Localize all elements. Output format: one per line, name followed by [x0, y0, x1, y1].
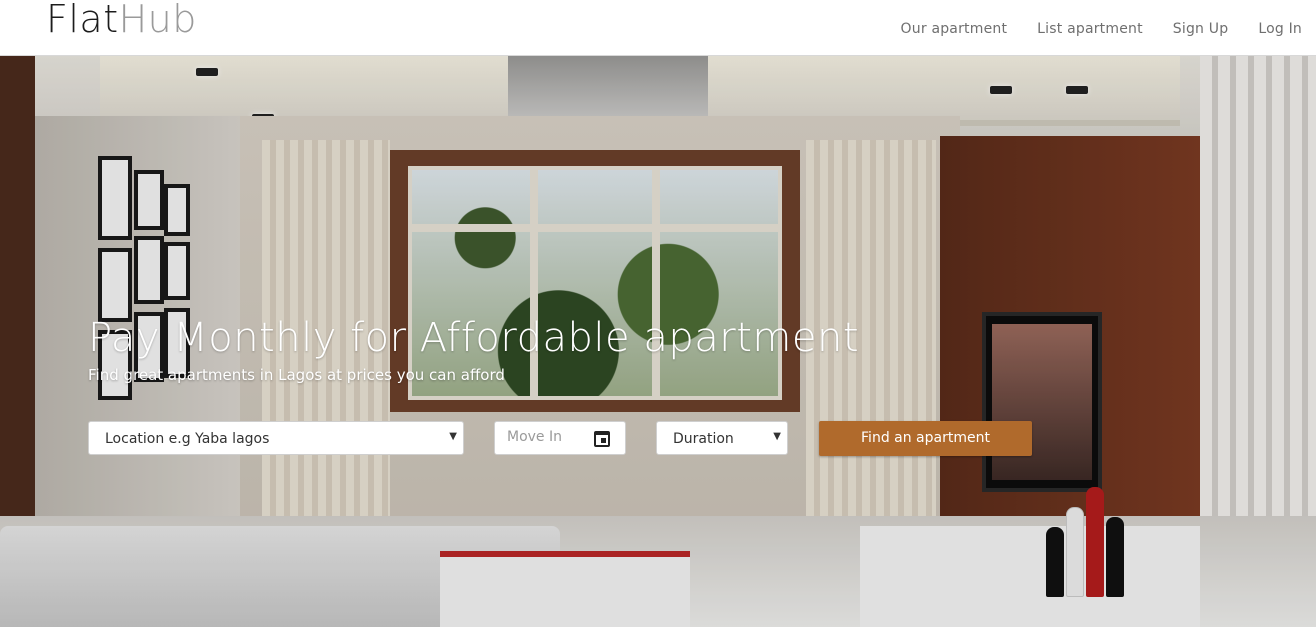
hero-subline: Find great apartments in Lagos at prices… [88, 366, 505, 384]
hero-headline: Pay Monthly for Affordable apartment [88, 315, 860, 361]
location-select[interactable]: Location e.g Yaba lagos ▼ [88, 421, 464, 455]
find-apartment-button[interactable]: Find an apartment [819, 421, 1032, 456]
nav-sign-up[interactable]: Sign Up [1173, 21, 1229, 37]
nav-our-apartment[interactable]: Our apartment [901, 21, 1008, 37]
move-in-input[interactable] [507, 429, 597, 445]
move-in-date-field[interactable] [494, 421, 626, 455]
brand-logo-part2: Hub [118, 0, 197, 41]
location-select-value: Location e.g Yaba lagos [105, 431, 270, 447]
top-navbar: FlatHub Our apartment List apartment Sig… [0, 0, 1316, 56]
duration-select[interactable]: Duration ▼ [656, 421, 788, 455]
nav-links: Our apartment List apartment Sign Up Log… [901, 21, 1302, 37]
calendar-icon[interactable] [594, 431, 610, 447]
chevron-down-icon: ▼ [773, 431, 781, 442]
chevron-down-icon: ▼ [449, 431, 457, 442]
duration-select-value: Duration [673, 431, 734, 447]
brand-logo[interactable]: FlatHub [46, 0, 197, 41]
nav-log-in[interactable]: Log In [1258, 21, 1302, 37]
brand-logo-part1: Flat [46, 0, 119, 41]
nav-list-apartment[interactable]: List apartment [1037, 21, 1143, 37]
